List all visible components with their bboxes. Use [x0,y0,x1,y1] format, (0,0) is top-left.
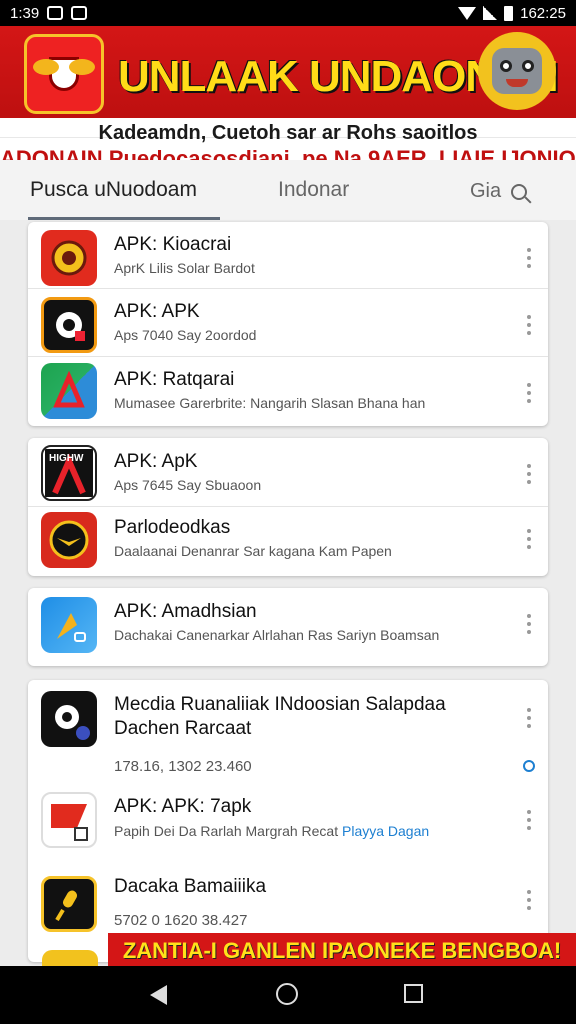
play-link[interactable]: Playya Dagan [342,823,429,839]
app-name: APK: Ratqarai [114,369,235,390]
search-tab-label: Gia [470,180,502,202]
promo-banner[interactable]: UNLAAK UNDAONAN Kadeamdn, Cuetoh sar ar … [0,26,576,160]
more-icon[interactable] [527,383,533,407]
mic-icon [41,876,97,932]
app-desc: Aps 7040 Say 2oordod [114,327,257,343]
app-card: APK: Amadhsian Dachakai Canenarkar Alrla… [28,588,548,666]
home-icon[interactable] [276,983,298,1005]
app-card: APK: Kioacrai AprK Lilis Solar Bardot AP… [28,222,548,426]
app-desc: Dachakai Canenarkar Alrlahan Ras Sariyn … [114,627,440,643]
app-stats: 178.16, 1302 23.460 [114,758,252,775]
sync-icon[interactable] [523,760,535,772]
app-desc: Daalaanai Denanrar Sar kagana Kam Papen [114,543,392,559]
pencil-icon [41,597,97,653]
banner-tagline: ADONAIN Puedocasosdiani. pe Na 9AER. LIA… [0,146,576,160]
more-icon[interactable] [527,529,533,553]
status-clock: 162:25 [520,4,566,22]
app-name: APK: Kioacrai [114,234,232,255]
app-card: HIGHW APK: ApK Aps 7645 Say Sbuaoon Parl… [28,438,548,576]
search-icon[interactable] [511,183,528,200]
badge-icon [41,230,97,286]
back-icon[interactable] [150,985,167,1005]
divider [28,506,548,507]
status-time: 1:39 [10,4,40,22]
more-icon[interactable] [527,248,533,272]
app-card: Mecdia Ruanaliiak INdoosian Salapdaa Dac… [28,680,548,962]
more-icon[interactable] [527,614,533,638]
banner-subtitle: Kadeamdn, Cuetoh sar ar Rohs saoitlos [98,122,478,144]
upload-notification-icon [71,6,88,20]
app-name: APK: APK: 7apk [114,796,252,817]
app-name: APK: Amadhsian [114,601,257,622]
status-bar: 1:39 162:25 [0,0,576,26]
app-name: Mecdia Ruanaliiak INdoosian Salapdaa [114,694,446,715]
recent-apps-icon[interactable] [404,984,423,1003]
more-icon[interactable] [527,708,533,732]
app-name: Dacaka Bamaiiika [114,876,267,897]
highway-icon: HIGHW [41,445,97,501]
ad-banner[interactable]: ZANTIA-I GANLEN IPAONEKE BENGBOA! [108,933,576,969]
tab-pusca[interactable]: Pusca uNuodoam [30,178,197,202]
more-icon[interactable] [527,890,533,914]
divider [28,356,548,357]
app-name-secondary: Dachen Rarcaat [114,718,252,739]
more-icon[interactable] [527,810,533,834]
divider [28,288,548,289]
app-desc: AprK Lilis Solar Bardot [114,260,255,276]
map-icon [41,363,97,419]
flag-icon [41,792,97,848]
garuda-emblem-icon [24,34,104,114]
wifi-icon [458,6,477,20]
tab-indonar[interactable]: Indonar [278,178,349,202]
navigation-bar [0,966,576,1024]
app-desc: Mumasee Garerbrite: Nangarih Slasan Bhan… [114,395,426,411]
more-icon[interactable] [527,315,533,339]
tab-bar: Pusca uNuodoam Indonar Gia [0,160,576,220]
app-name: APK: ApK [114,451,198,472]
signal-icon [483,6,498,20]
more-icon[interactable] [527,464,533,488]
robot-mascot-icon [478,32,556,110]
banner-title: UNLAAK UNDAONAN [118,52,559,101]
app-desc-text: Papih Dei Da Rarlah Margrah Recat [114,823,339,839]
app-name: Parlodeodkas [114,517,231,538]
svg-text:HIGHW: HIGHW [49,453,84,464]
eagle-icon [41,512,97,568]
app-name: APK: APK [114,301,200,322]
search-tab[interactable]: Gia [470,180,528,203]
app-desc: Aps 7645 Say Sbuaoon [114,477,262,493]
app-desc: Papih Dei Da Rarlah Margrah Recat Playya… [114,823,429,839]
camera-icon [41,297,97,353]
app-stats: 5702 0 1620 38.427 [114,912,248,929]
battery-icon [504,5,514,21]
tab-indicator [28,217,220,220]
gallery-notification-icon [47,6,64,20]
media-icon [41,691,97,747]
